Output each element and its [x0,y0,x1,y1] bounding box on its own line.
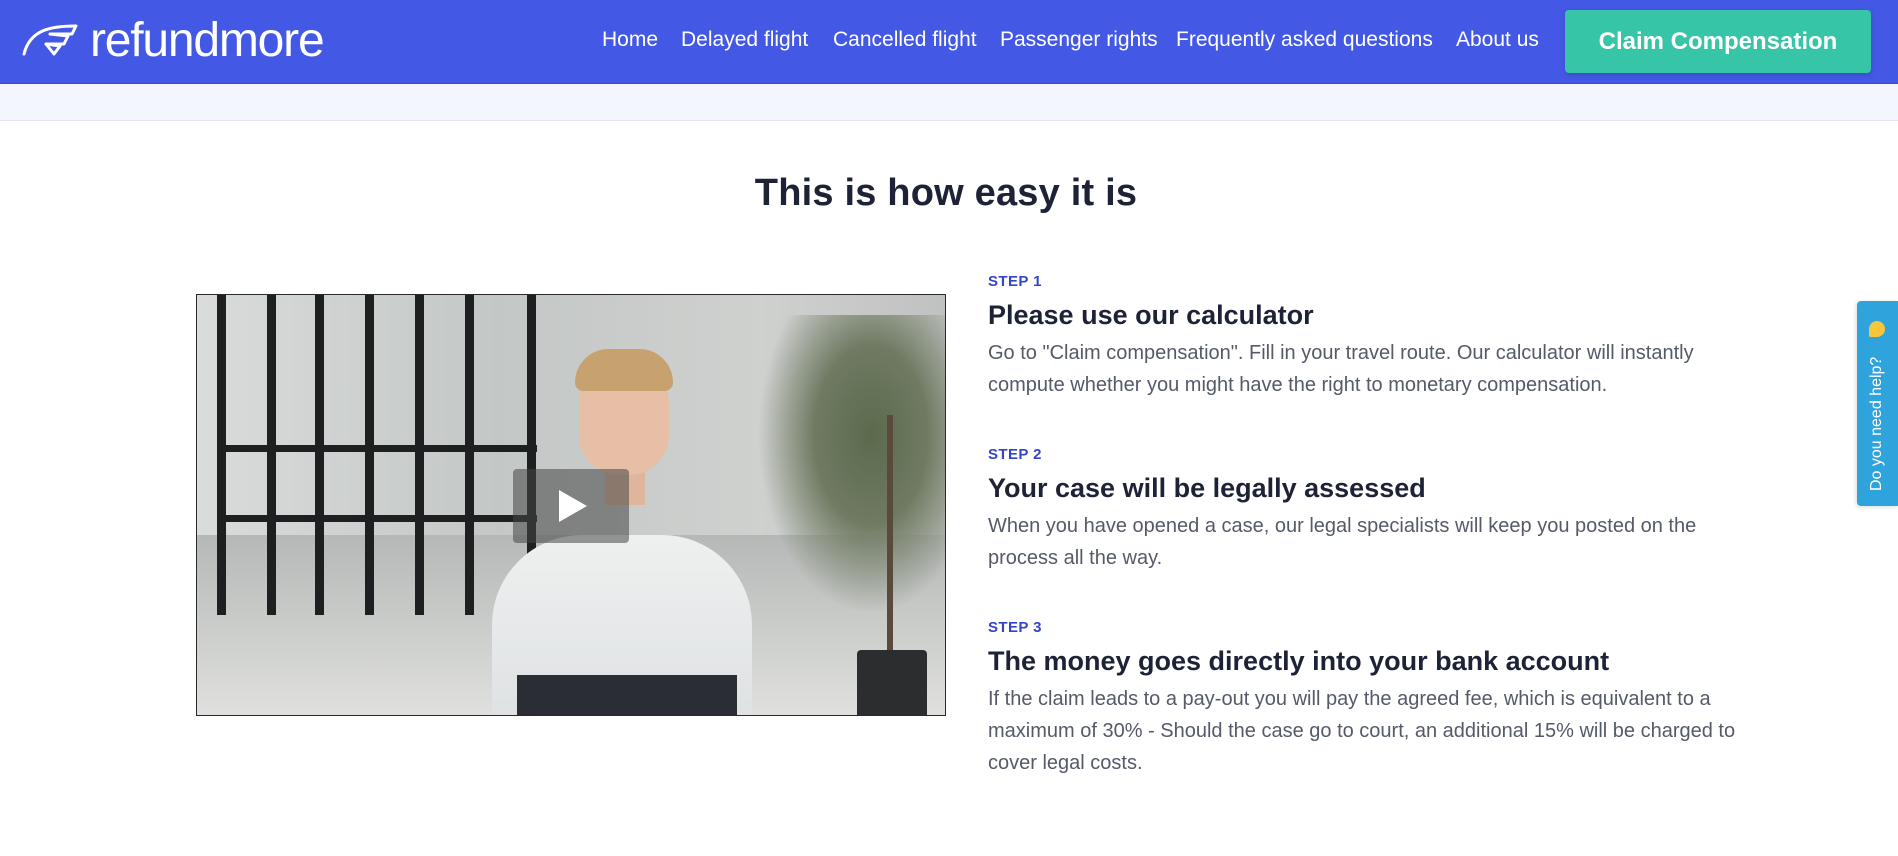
wing-logo-icon [22,24,78,56]
sub-header-band [0,84,1898,121]
step-title: The money goes directly into your bank a… [988,646,1610,676]
step-label: STEP 1 [988,273,1042,290]
brand-name: refundmore [90,14,325,67]
step-text: If the claim leads to a pay-out you will… [988,688,1736,774]
brand-logo[interactable]: refundmore [20,14,325,67]
step-2: STEP 2 Your case will be legally assesse… [988,446,1758,574]
video-player[interactable] [196,294,946,716]
step-1: STEP 1 Please use our calculator Go to "… [988,273,1758,401]
step-text: When you have opened a case, our legal s… [988,515,1697,569]
claim-compensation-button[interactable]: Claim Compensation [1565,10,1871,73]
nav-home[interactable]: Home [602,28,658,52]
hand-emoji-icon [1869,321,1885,337]
nav-cancelled-flight[interactable]: Cancelled flight [833,28,977,52]
play-icon [559,490,587,522]
step-3: STEP 3 The money goes directly into your… [988,619,1758,779]
plant [757,315,945,615]
step-label: STEP 3 [988,619,1042,636]
help-tab-label: Do you need help? [1868,356,1885,491]
nav-delayed-flight[interactable]: Delayed flight [681,28,808,52]
step-title: Please use our calculator [988,300,1314,330]
section-title: This is how easy it is [754,172,1138,214]
play-button[interactable] [513,469,629,543]
plant-pot [857,650,927,715]
site-header: refundmore Home Delayed flight Cancelled… [0,0,1898,84]
nav-passenger-rights[interactable]: Passenger rights [1000,28,1158,52]
nav-faq[interactable]: Frequently asked questions [1176,28,1433,52]
nav-about-us[interactable]: About us [1456,28,1539,52]
help-tab[interactable]: Do you need help? [1857,301,1898,506]
step-title: Your case will be legally assessed [988,473,1426,503]
step-label: STEP 2 [988,446,1042,463]
step-text: Go to "Claim compensation". Fill in your… [988,342,1694,396]
